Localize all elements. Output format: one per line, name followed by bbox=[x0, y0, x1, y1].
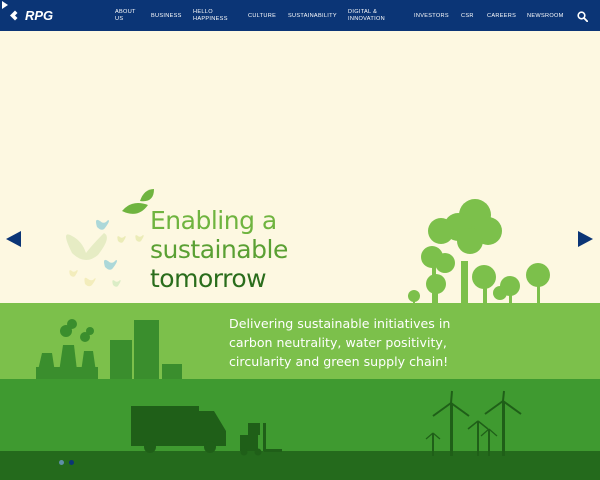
truck bbox=[131, 406, 226, 453]
nav-culture[interactable]: CULTURE bbox=[248, 13, 276, 20]
nav-csr[interactable]: CSR bbox=[461, 13, 474, 20]
slider-dots bbox=[59, 450, 79, 469]
headline-line-3: tomorrow bbox=[150, 264, 267, 293]
hero-illustration bbox=[0, 31, 600, 480]
nav-investors[interactable]: INVESTORS bbox=[414, 13, 449, 20]
rpg-logo[interactable]: RPG bbox=[9, 8, 67, 23]
slider-dot[interactable] bbox=[69, 460, 74, 465]
hero-banner: Enabling a sustainable tomorrow Deliveri… bbox=[0, 31, 600, 480]
nav-hello-happiness[interactable]: HELLO HAPPINESS bbox=[193, 9, 235, 23]
nav-business[interactable]: BUSINESS bbox=[151, 13, 182, 20]
hero-headline: Enabling a sustainable tomorrow bbox=[150, 206, 288, 293]
logo-text: RPG bbox=[25, 8, 53, 23]
nav-digital-innovation[interactable]: DIGITAL & INNOVATION bbox=[348, 9, 398, 23]
arrow-left-icon[interactable] bbox=[6, 231, 21, 247]
headline-line-2: sustainable bbox=[150, 235, 288, 264]
nav-newsroom[interactable]: NEWSROOM bbox=[527, 13, 564, 20]
logo-icon bbox=[10, 10, 21, 21]
nav-about-us[interactable]: ABOUT US bbox=[115, 9, 143, 23]
nav-careers[interactable]: CAREERS bbox=[487, 13, 516, 20]
nav-sustainability[interactable]: SUSTAINABILITY bbox=[288, 13, 337, 20]
slider-dot[interactable] bbox=[59, 460, 64, 465]
arrow-right-icon[interactable] bbox=[578, 231, 593, 247]
headline-line-1: Enabling a bbox=[150, 206, 277, 235]
play-icon[interactable] bbox=[2, 1, 8, 9]
search-icon[interactable] bbox=[577, 11, 588, 22]
top-navbar: RPG ABOUT US BUSINESS HELLO HAPPINESS CU… bbox=[0, 0, 600, 31]
hero-subtext: Delivering sustainable initiatives in ca… bbox=[229, 316, 451, 369]
